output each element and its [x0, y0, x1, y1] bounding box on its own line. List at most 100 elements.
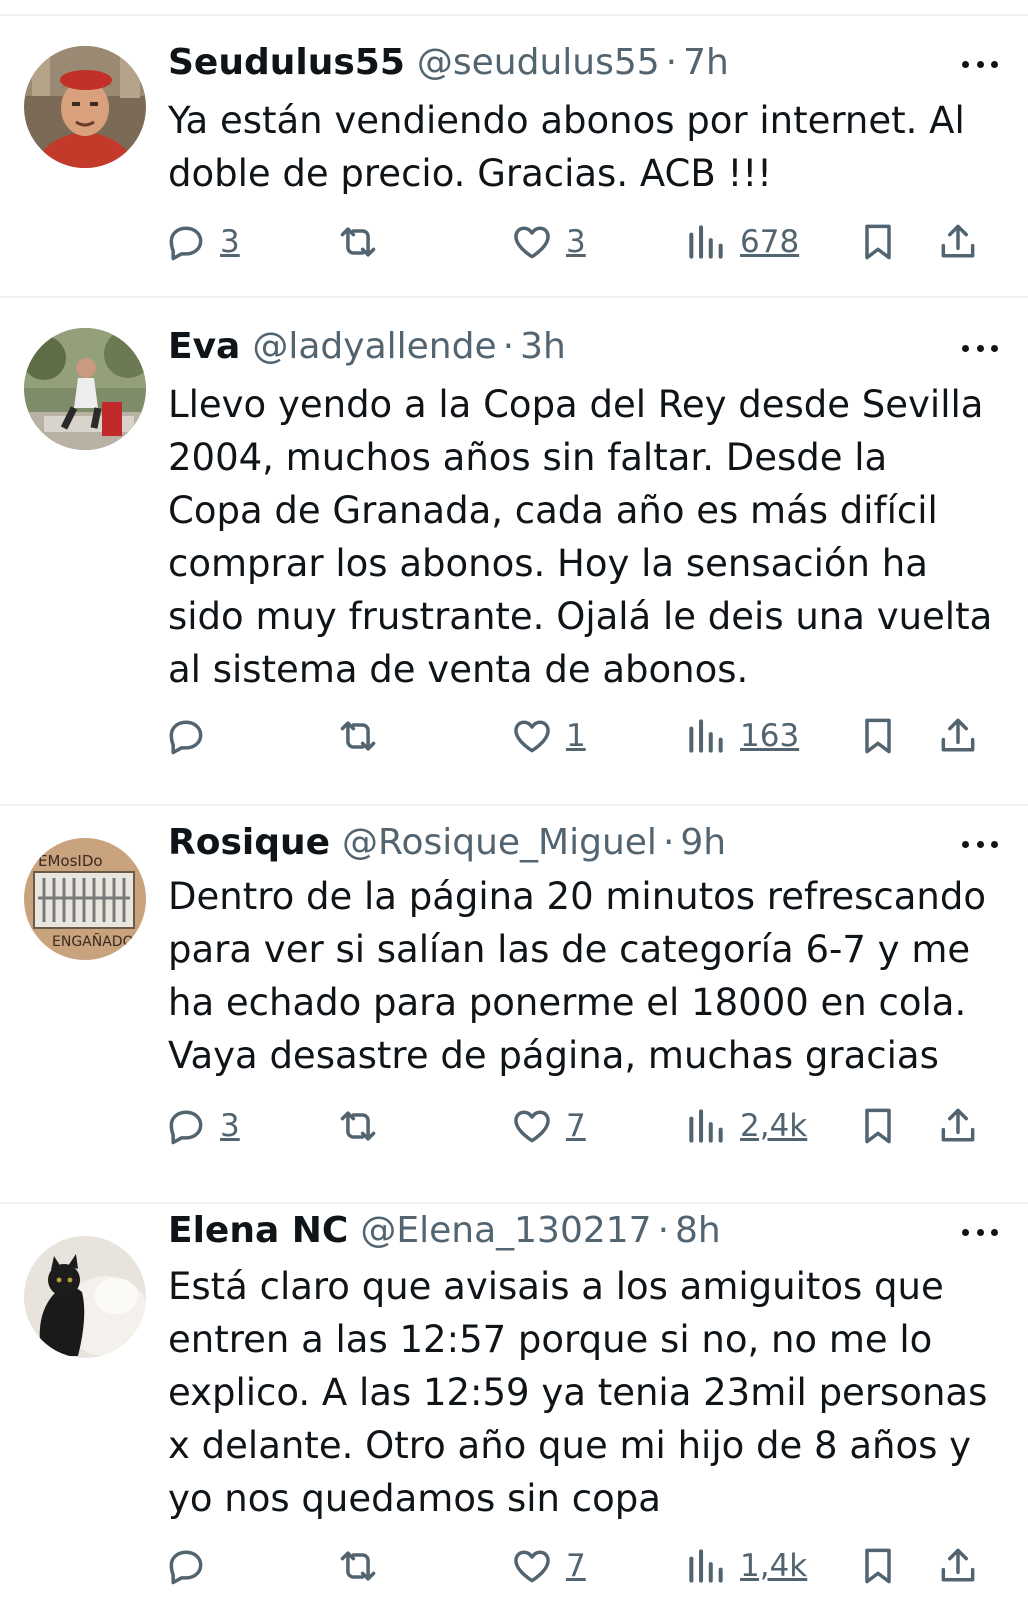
views-button[interactable]: 2,4k [684, 1098, 807, 1154]
bookmark-button[interactable] [856, 214, 900, 270]
tweet[interactable]: Elena NC @Elena_130217 · 8h Está claro q… [0, 1204, 1028, 1600]
tweet-header: Eva @ladyallende · 3h [168, 322, 998, 372]
retweet-icon [336, 1544, 380, 1588]
share-icon [936, 1544, 980, 1588]
more-icon[interactable] [960, 824, 1000, 864]
views-count: 2,4k [740, 1108, 808, 1144]
views-button[interactable]: 678 [684, 214, 799, 270]
display-name[interactable]: Seudulus55 [168, 38, 405, 88]
reply-icon [164, 1544, 208, 1588]
views-icon [684, 714, 728, 758]
avatar[interactable]: EMosIDo ENGAÑADO [24, 838, 146, 960]
views-icon [684, 220, 728, 264]
reply-icon [164, 220, 208, 264]
more-icon[interactable] [960, 328, 1000, 368]
user-handle[interactable]: @seudulus55 [417, 38, 660, 88]
timestamp[interactable]: 3h [520, 322, 566, 372]
views-button[interactable]: 163 [684, 708, 799, 764]
like-button[interactable]: 7 [510, 1538, 586, 1594]
heart-icon [510, 714, 554, 758]
tweet-text: Ya están vendiendo abonos por internet. … [168, 99, 965, 195]
like-count: 7 [566, 1548, 586, 1584]
views-button[interactable]: 1,4k [684, 1538, 807, 1594]
tweet-header: Seudulus55 @seudulus55 · 7h [168, 38, 998, 88]
share-icon [936, 1104, 980, 1148]
display-name[interactable]: Rosique [168, 818, 330, 868]
tweet-actions: 1 163 [0, 708, 1028, 764]
bookmark-icon [856, 714, 900, 758]
separator-dot: · [665, 42, 678, 83]
avatar[interactable] [24, 46, 146, 168]
heart-icon [510, 220, 554, 264]
reply-button[interactable] [164, 1538, 220, 1594]
avatar[interactable] [24, 1236, 146, 1358]
tweet-text: Llevo yendo a la Copa del Rey desde Sevi… [168, 383, 993, 691]
display-name[interactable]: Elena NC [168, 1206, 348, 1256]
retweet-icon [336, 714, 380, 758]
more-icon[interactable] [960, 44, 1000, 84]
share-button[interactable] [936, 1538, 980, 1594]
tweet-text: Está claro que avisais a los amiguitos q… [168, 1265, 988, 1520]
views-icon [684, 1104, 728, 1148]
bookmark-icon [856, 1104, 900, 1148]
reply-count: 3 [220, 224, 240, 260]
retweet-button[interactable] [336, 1098, 392, 1154]
tweet[interactable]: EMosIDo ENGAÑADO Rosique @Rosique_Miguel… [0, 806, 1028, 1204]
views-count: 1,4k [740, 1548, 808, 1584]
bookmark-icon [856, 220, 900, 264]
heart-icon [510, 1104, 554, 1148]
tweet-header: Elena NC @Elena_130217 · 8h [168, 1206, 998, 1256]
tweet-text: Dentro de la página 20 minutos refrescan… [168, 875, 987, 1077]
tweet[interactable]: Seudulus55 @seudulus55 · 7h Ya están ven… [0, 0, 1028, 300]
user-handle[interactable]: @ladyallende [252, 322, 496, 372]
display-name[interactable]: Eva [168, 322, 240, 372]
tweet[interactable]: Eva @ladyallende · 3h Llevo yendo a la C… [0, 298, 1028, 806]
avatar-text-bottom: ENGAÑADO [52, 933, 134, 950]
separator-dot: · [502, 326, 515, 367]
like-count: 3 [566, 224, 586, 260]
retweet-icon [336, 1104, 380, 1148]
tweet-actions: 7 1,4k [0, 1538, 1028, 1594]
timestamp[interactable]: 9h [680, 818, 726, 868]
like-count: 1 [566, 718, 586, 754]
tweet-feed: Seudulus55 @seudulus55 · 7h Ya están ven… [0, 0, 1028, 1600]
views-icon [684, 1544, 728, 1588]
share-icon [936, 714, 980, 758]
views-count: 678 [740, 224, 800, 260]
retweet-button[interactable] [336, 708, 392, 764]
user-handle[interactable]: @Rosique_Miguel [342, 818, 657, 868]
share-button[interactable] [936, 708, 980, 764]
reply-button[interactable]: 3 [164, 1098, 240, 1154]
bookmark-button[interactable] [856, 1098, 900, 1154]
views-count: 163 [740, 718, 800, 754]
separator-dot: · [657, 1210, 670, 1251]
like-count: 7 [566, 1108, 586, 1144]
tweet-actions: 3 7 2,4k [0, 1098, 1028, 1154]
like-button[interactable]: 1 [510, 708, 586, 764]
timestamp[interactable]: 7h [683, 38, 729, 88]
share-icon [936, 220, 980, 264]
reply-icon [164, 714, 208, 758]
like-button[interactable]: 7 [510, 1098, 586, 1154]
bookmark-button[interactable] [856, 1538, 900, 1594]
bookmark-button[interactable] [856, 708, 900, 764]
avatar[interactable] [24, 328, 146, 450]
reply-count: 3 [220, 1108, 240, 1144]
share-button[interactable] [936, 1098, 980, 1154]
retweet-button[interactable] [336, 1538, 392, 1594]
retweet-icon [336, 220, 380, 264]
tweet-actions: 3 3 678 [0, 214, 1028, 270]
share-button[interactable] [936, 214, 980, 270]
more-icon[interactable] [960, 1212, 1000, 1252]
separator-dot: · [662, 822, 675, 863]
reply-button[interactable]: 3 [164, 214, 240, 270]
reply-button[interactable] [164, 708, 220, 764]
user-handle[interactable]: @Elena_130217 [360, 1206, 651, 1256]
like-button[interactable]: 3 [510, 214, 586, 270]
reply-icon [164, 1104, 208, 1148]
timestamp[interactable]: 8h [675, 1206, 721, 1256]
bookmark-icon [856, 1544, 900, 1588]
retweet-button[interactable] [336, 214, 392, 270]
tweet-header: Rosique @Rosique_Miguel · 9h [168, 818, 998, 868]
heart-icon [510, 1544, 554, 1588]
